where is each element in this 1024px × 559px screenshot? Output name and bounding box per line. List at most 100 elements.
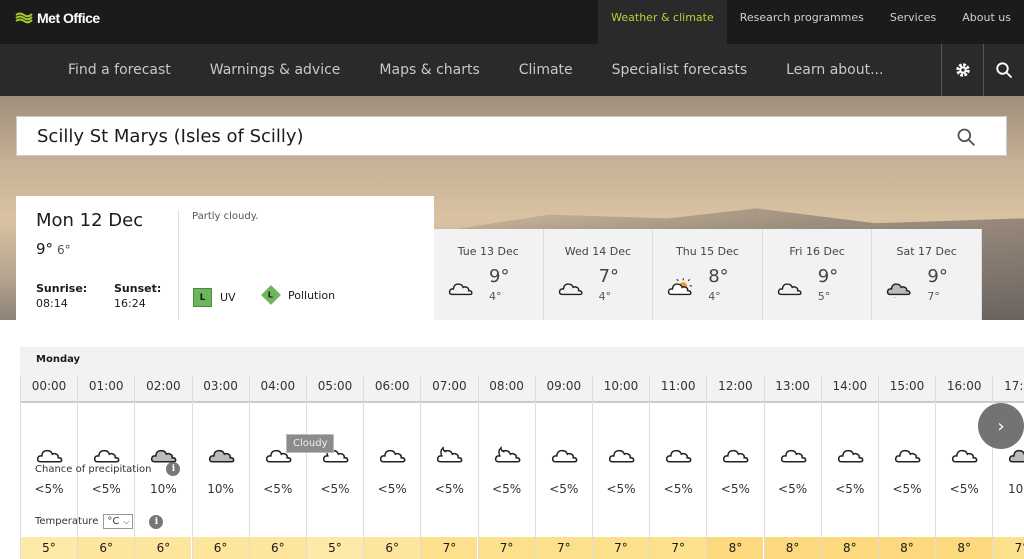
day-tab[interactable]: Tue 13 Dec 9° 4°	[434, 229, 544, 320]
day-tab[interactable]: Sat 17 Dec 9° 7°	[872, 229, 982, 320]
nav-item[interactable]: Specialist forecasts	[612, 62, 747, 78]
day-name: Fri 16 Dec	[789, 245, 845, 258]
hour-time: 00:00	[31, 379, 67, 393]
pollution-level: L	[268, 290, 274, 300]
day-low: 4°	[489, 290, 502, 303]
hour-precip: <5%	[492, 482, 522, 496]
today-temps: 9° 6°	[36, 240, 71, 258]
temperature-label: Temperature °C ⌵ i	[35, 514, 164, 529]
scroll-next-button[interactable]: ›	[978, 403, 1024, 449]
cloud-icon	[837, 449, 864, 463]
hour-column: 14:00 <5% 8°	[820, 375, 878, 559]
hour-column: 07:00 <5% 7°	[420, 375, 478, 559]
temp-label-text: Temperature	[35, 516, 99, 527]
daily-forecast-tabs: Tue 13 Dec 9° 4° Wed 14 Dec 7° 4° Thu 15 Dec 8°…	[434, 229, 982, 320]
search-button[interactable]	[983, 44, 1024, 96]
hour-column: 08:00 <5% 7°	[477, 375, 535, 559]
nav-item[interactable]: Learn about...	[786, 62, 883, 78]
cloud-icon	[780, 449, 807, 463]
today-low: 6°	[57, 243, 71, 257]
day-high: 8°	[708, 266, 729, 287]
hourly-table: Monday 00:00 <5% 5° 01:00 <5% 6° 02:00 10% 6° 03:…	[20, 347, 1024, 559]
top-link[interactable]: Services	[877, 0, 949, 44]
hour-time: 06:00	[374, 379, 410, 393]
hour-precip: <5%	[34, 482, 64, 496]
top-bar: Met Office Weather & climate Research pro…	[0, 0, 1024, 44]
info-icon[interactable]: i	[149, 514, 164, 529]
hour-temp: 6°	[78, 537, 135, 559]
hour-column: 05:00 <5% 5°	[306, 375, 363, 559]
nav-item[interactable]: Warnings & advice	[210, 62, 341, 78]
hour-temp: 8°	[879, 537, 935, 559]
unit-value: °C	[107, 516, 120, 527]
hour-precip: <5%	[263, 482, 293, 496]
hour-time: 01:00	[88, 379, 124, 393]
unit-select[interactable]: °C ⌵	[103, 514, 134, 529]
hour-time: 02:00	[146, 379, 181, 393]
hour-precip: <5%	[778, 482, 808, 496]
day-name: Sat 17 Dec	[896, 245, 957, 258]
today-card[interactable]: Mon 12 Dec 9° 6° Sunrise: 08:14 Sunset: 16:…	[16, 196, 434, 320]
sunrise-time: 08:14	[36, 297, 68, 310]
cloud-icon	[551, 449, 578, 463]
hour-time: 14:00	[832, 379, 868, 393]
hour-precip: <5%	[663, 482, 693, 496]
hour-column: 15:00 <5% 8°	[878, 375, 935, 559]
sunrise-label: Sunrise:	[36, 282, 88, 295]
top-link[interactable]: Research programmes	[727, 0, 877, 44]
brand-name: Met Office	[37, 10, 100, 26]
hour-time: 08:00	[489, 379, 524, 393]
location-search-input[interactable]: Scilly St Marys (Isles of Scilly)	[16, 116, 1007, 156]
partly-cloudy-night-icon	[494, 446, 521, 463]
settings-button[interactable]	[941, 44, 983, 96]
hour-temp: 6°	[249, 537, 306, 559]
pollution-badge[interactable]: L Pollution	[261, 285, 336, 305]
day-tab[interactable]: Wed 14 Dec 7° 4°	[544, 229, 654, 320]
hour-column: 12:00 <5% 8°	[706, 375, 764, 559]
hour-temp: 7°	[593, 537, 649, 559]
precip-label: Chance of precipitation i	[35, 462, 181, 476]
weather-tooltip: Cloudy	[286, 434, 335, 453]
day-high: 7°	[598, 266, 620, 287]
nav-item[interactable]: Find a forecast	[68, 62, 171, 78]
cloud-icon	[558, 283, 583, 296]
hour-temp: 7°	[650, 537, 707, 559]
nav-item[interactable]: Climate	[519, 62, 573, 78]
hour-column: 10:00 <5% 7°	[592, 375, 649, 559]
sunset-time: 16:24	[114, 297, 146, 310]
pollution-label: Pollution	[288, 288, 336, 302]
hour-precip: <5%	[377, 482, 407, 496]
sunset: Sunset: 16:24	[114, 282, 161, 310]
day-tab[interactable]: Fri 16 Dec 9° 5°	[763, 229, 873, 320]
thick-cloud-icon	[208, 449, 235, 463]
cloud-icon	[448, 283, 473, 296]
hour-time: 11:00	[660, 379, 696, 393]
partly-cloudy-night-icon	[437, 446, 463, 463]
hour-precip: <5%	[892, 482, 922, 496]
hour-precip: <5%	[320, 482, 350, 496]
hour-time: 15:00	[889, 379, 925, 393]
day-tab[interactable]: Thu 15 Dec 8° 4°	[653, 229, 763, 320]
info-icon[interactable]: i	[166, 462, 181, 476]
cloud-icon	[777, 283, 802, 296]
cloud-icon	[894, 449, 921, 463]
hour-time: 13:00	[775, 379, 810, 393]
hour-temp: 8°	[764, 537, 821, 559]
nav-item[interactable]: Maps & charts	[379, 62, 479, 78]
top-link[interactable]: Weather & climate	[598, 0, 727, 44]
met-office-logo[interactable]: Met Office	[15, 10, 100, 26]
hour-column: 13:00 <5% 8°	[763, 375, 821, 559]
today-summary: Partly cloudy.	[192, 211, 259, 222]
top-link[interactable]: About us	[949, 0, 1024, 44]
day-high: 9°	[489, 266, 510, 287]
hour-time: 05:00	[317, 379, 353, 393]
search-icon[interactable]	[956, 127, 976, 147]
hour-temp: 8°	[821, 537, 878, 559]
hour-column: 06:00 <5% 6°	[363, 375, 421, 559]
hour-precip: 10%	[150, 482, 177, 496]
uv-badge[interactable]: L UV	[193, 288, 236, 307]
hour-precip: <5%	[434, 482, 464, 496]
gear-icon	[955, 63, 970, 77]
cloud-icon	[380, 449, 406, 463]
chevron-right-icon: ›	[997, 415, 1005, 437]
